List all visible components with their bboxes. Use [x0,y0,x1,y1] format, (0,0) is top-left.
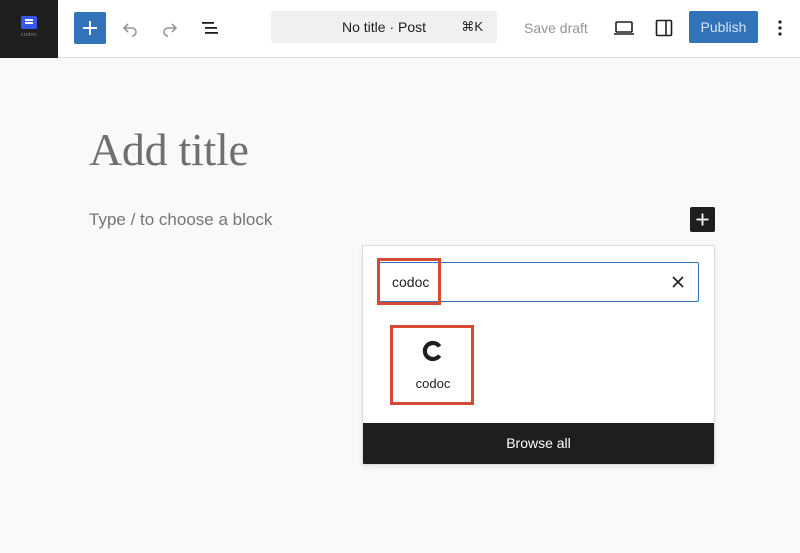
plus-icon [696,213,709,226]
editor-toolbar: codoc No title · Post ⌘K Save draft Publ… [0,0,800,58]
close-icon [672,276,684,288]
preview-button[interactable] [608,12,640,44]
document-command-bar[interactable]: No title · Post ⌘K [271,11,497,43]
sidebar-toggle-icon [655,19,673,37]
site-logo-text: codoc [20,32,38,38]
block-search-box [379,262,699,302]
block-inserter-popover: codoc Browse all [362,245,715,465]
codoc-c-icon [422,340,444,367]
options-menu-button[interactable] [764,12,796,44]
clear-search-button[interactable] [668,272,688,292]
redo-icon [163,23,178,37]
list-view-icon [202,22,218,34]
block-result-label: codoc [415,376,451,391]
block-search-input[interactable] [392,263,662,300]
document-overview-button[interactable] [194,12,226,44]
command-shortcut: ⌘K [461,19,483,34]
undo-icon [122,23,137,37]
kebab-menu-icon [778,20,782,36]
settings-sidebar-button[interactable] [648,12,680,44]
desktop-preview-icon [614,21,634,35]
site-logo[interactable]: codoc [0,0,58,58]
plus-icon [83,21,97,35]
quick-inserter-button[interactable] [690,207,715,232]
redo-button[interactable] [154,12,186,44]
browse-all-button[interactable]: Browse all [363,423,714,464]
block-inserter-toggle-button[interactable] [74,12,106,44]
post-title-field[interactable]: Add title [89,120,489,180]
undo-button[interactable] [114,12,146,44]
save-draft-button[interactable]: Save draft [518,12,594,44]
paragraph-block-placeholder[interactable]: Type / to choose a block [89,209,272,231]
site-logo-mark-icon [21,16,37,29]
publish-button[interactable]: Publish [689,11,758,43]
block-result-codoc[interactable]: codoc [393,326,473,404]
